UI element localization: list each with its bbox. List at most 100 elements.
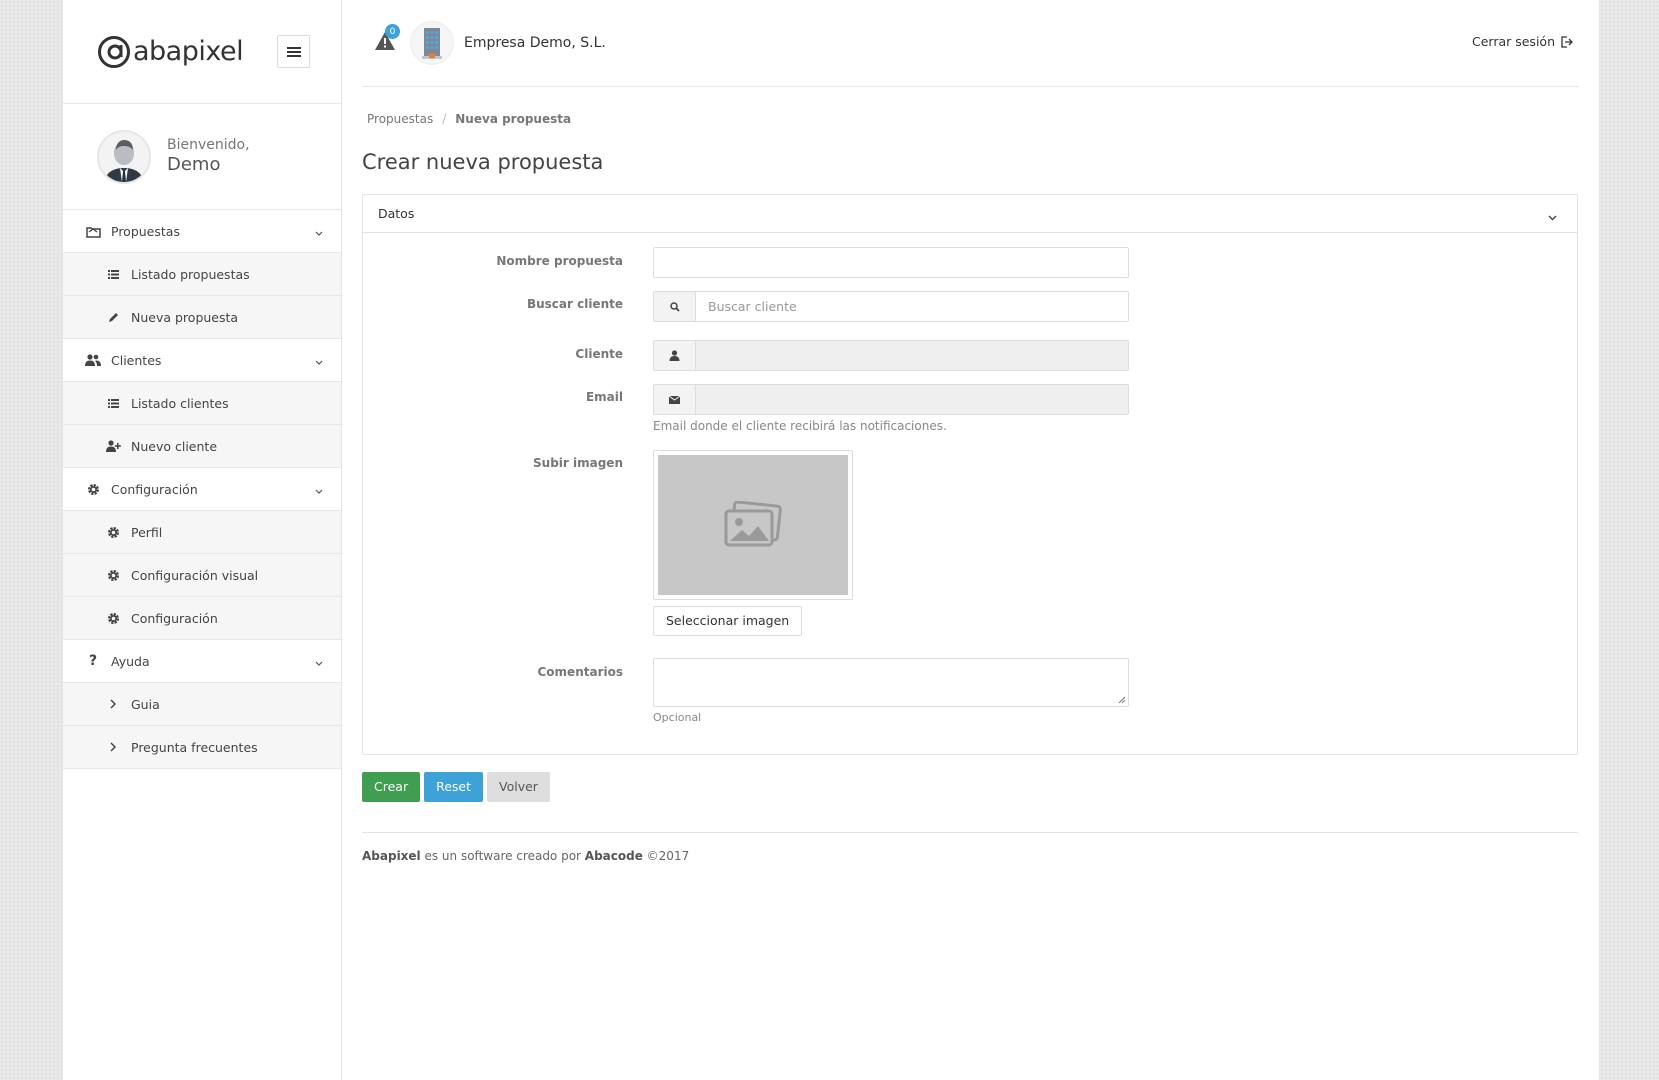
user-profile: Bienvenido, Demo — [63, 104, 341, 210]
sidebar-item-configuracion[interactable]: Configuración — [63, 597, 341, 640]
sidebar-item-guia[interactable]: Guia — [63, 683, 341, 726]
sidebar-item-nueva-propuesta[interactable]: Nueva propuesta — [63, 296, 341, 339]
chevron-down-icon — [315, 354, 323, 369]
buscar-cliente-placeholder: Buscar cliente — [708, 299, 797, 314]
sidebar-item-pregunta-frecuentes[interactable]: Pregunta frecuentes — [63, 726, 341, 769]
reset-button[interactable]: Reset — [424, 772, 484, 802]
comentarios-textarea[interactable] — [653, 658, 1129, 707]
sidebar-section-label: Ayuda — [111, 653, 150, 669]
breadcrumb-parent-link[interactable]: Propuestas — [367, 112, 433, 126]
user-icon — [653, 340, 695, 371]
chevron-down-icon — [315, 655, 323, 670]
breadcrumb: Propuestas / Nueva propuesta — [362, 112, 1579, 126]
subir-imagen-label: Subir imagen — [533, 456, 623, 470]
sidebar-item-listado-clientes[interactable]: Listado clientes — [63, 382, 341, 425]
breadcrumb-separator: / — [442, 112, 447, 126]
footer-company: Abacode — [584, 849, 643, 863]
back-button[interactable]: Volver — [487, 772, 550, 802]
company-name: Empresa Demo, S.L. — [464, 35, 606, 51]
sidebar-item-label: Nueva propuesta — [131, 309, 239, 325]
sidebar-section-ayuda[interactable]: ? Ayuda — [63, 640, 341, 683]
sidebar-section-configuracion[interactable]: Configuración — [63, 468, 341, 511]
avatar — [97, 129, 151, 184]
sidebar-item-label: Perfil — [131, 524, 163, 540]
main-content: 0 Empresa Demo, S.L. Cerrar sesión Propu… — [342, 0, 1599, 1080]
resize-grip-icon[interactable] — [1118, 696, 1126, 704]
pencil-icon — [105, 312, 121, 323]
notification-count-badge: 0 — [385, 24, 400, 39]
sidebar-item-label: Guia — [131, 696, 160, 712]
logo-text: abapixel — [133, 36, 244, 67]
email-group — [653, 384, 1129, 415]
sidebar-section-label: Propuestas — [111, 223, 180, 239]
sidebar-item-label: Listado propuestas — [131, 266, 250, 282]
logout-label: Cerrar sesión — [1471, 34, 1555, 49]
form-actions: Crear Reset Volver — [362, 772, 1579, 802]
search-icon — [653, 291, 695, 322]
sidebar-item-label: Pregunta frecuentes — [131, 739, 258, 755]
page-title: Crear nueva propuesta — [362, 150, 604, 174]
nombre-propuesta-label: Nombre propuesta — [496, 254, 623, 268]
sidebar-section-label: Clientes — [111, 352, 162, 368]
buscar-cliente-group: Buscar cliente — [653, 291, 1129, 322]
logout-icon — [1561, 35, 1573, 48]
cliente-label: Cliente — [575, 347, 623, 361]
buscar-cliente-label: Buscar cliente — [526, 297, 623, 311]
image-placeholder-icon — [724, 501, 782, 547]
sidebar-item-label: Nuevo cliente — [131, 438, 218, 454]
welcome-label: Bienvenido, — [167, 137, 250, 153]
sidebar-section-label: Configuración — [111, 481, 198, 497]
footer-brand: Abapixel — [362, 849, 421, 863]
email-label: Email — [585, 390, 623, 404]
datos-panel: Datos Nombre propuesta Buscar cliente Bu… — [362, 194, 1578, 755]
user-avatar-icon — [104, 139, 144, 182]
folder-icon — [85, 225, 101, 238]
breadcrumb-current: Nueva propuesta — [455, 112, 572, 126]
at-sign-icon — [98, 35, 130, 68]
app-window: abapixel Bienvenido, Demo Propuestas Lis… — [63, 0, 1599, 1080]
email-input[interactable] — [695, 384, 1129, 415]
create-button[interactable]: Crear — [362, 772, 421, 802]
logo[interactable]: abapixel — [97, 32, 253, 72]
cliente-group — [653, 340, 1129, 371]
hamburger-icon — [286, 46, 301, 57]
list-icon — [105, 398, 121, 408]
footer-text: es un software creado por — [420, 849, 585, 863]
footer-year: ©2017 — [642, 849, 690, 863]
envelope-icon — [653, 384, 695, 415]
buscar-cliente-input[interactable]: Buscar cliente — [695, 291, 1129, 322]
image-preview — [653, 450, 853, 600]
sidebar-item-listado-propuestas[interactable]: Listado propuestas — [63, 253, 341, 296]
sidebar-item-label: Configuración — [131, 610, 218, 626]
sidebar-item-perfil[interactable]: Perfil — [63, 511, 341, 554]
comentarios-label: Comentarios — [537, 665, 624, 679]
sidebar-section-propuestas[interactable]: Propuestas — [63, 210, 341, 253]
brand-bar: abapixel — [63, 0, 341, 104]
sidebar-item-nuevo-cliente[interactable]: Nuevo cliente — [63, 425, 341, 468]
panel-title: Datos — [378, 206, 415, 221]
cliente-input[interactable] — [695, 340, 1129, 371]
chevron-down-icon — [315, 483, 323, 498]
sidebar-section-clientes[interactable]: Clientes — [63, 339, 341, 382]
gear-icon — [105, 526, 121, 539]
question-icon: ? — [88, 653, 98, 669]
sidebar-item-configuracion-visual[interactable]: Configuración visual — [63, 554, 341, 597]
notifications-button[interactable]: 0 — [374, 24, 400, 55]
gear-icon — [85, 483, 101, 496]
gear-icon — [105, 569, 121, 582]
footer: Abapixel es un software creado por Abaco… — [362, 832, 1578, 863]
list-icon — [105, 269, 121, 279]
select-image-button[interactable]: Seleccionar imagen — [653, 606, 803, 636]
menu-toggle-button[interactable] — [277, 35, 310, 68]
comentarios-help-text: Opcional — [653, 711, 702, 724]
panel-body: Nombre propuesta Buscar cliente Buscar c… — [363, 233, 1577, 754]
chevron-down-icon — [315, 225, 323, 240]
logout-link[interactable]: Cerrar sesión — [1472, 34, 1573, 49]
email-help-text: Email donde el cliente recibirá las noti… — [653, 419, 947, 433]
panel-header[interactable]: Datos — [363, 195, 1577, 233]
users-icon — [85, 354, 101, 366]
chevron-right-icon — [105, 742, 121, 752]
nombre-propuesta-input[interactable] — [653, 247, 1129, 278]
sidebar-item-label: Configuración visual — [131, 567, 259, 583]
top-bar: 0 Empresa Demo, S.L. Cerrar sesión — [362, 0, 1579, 87]
